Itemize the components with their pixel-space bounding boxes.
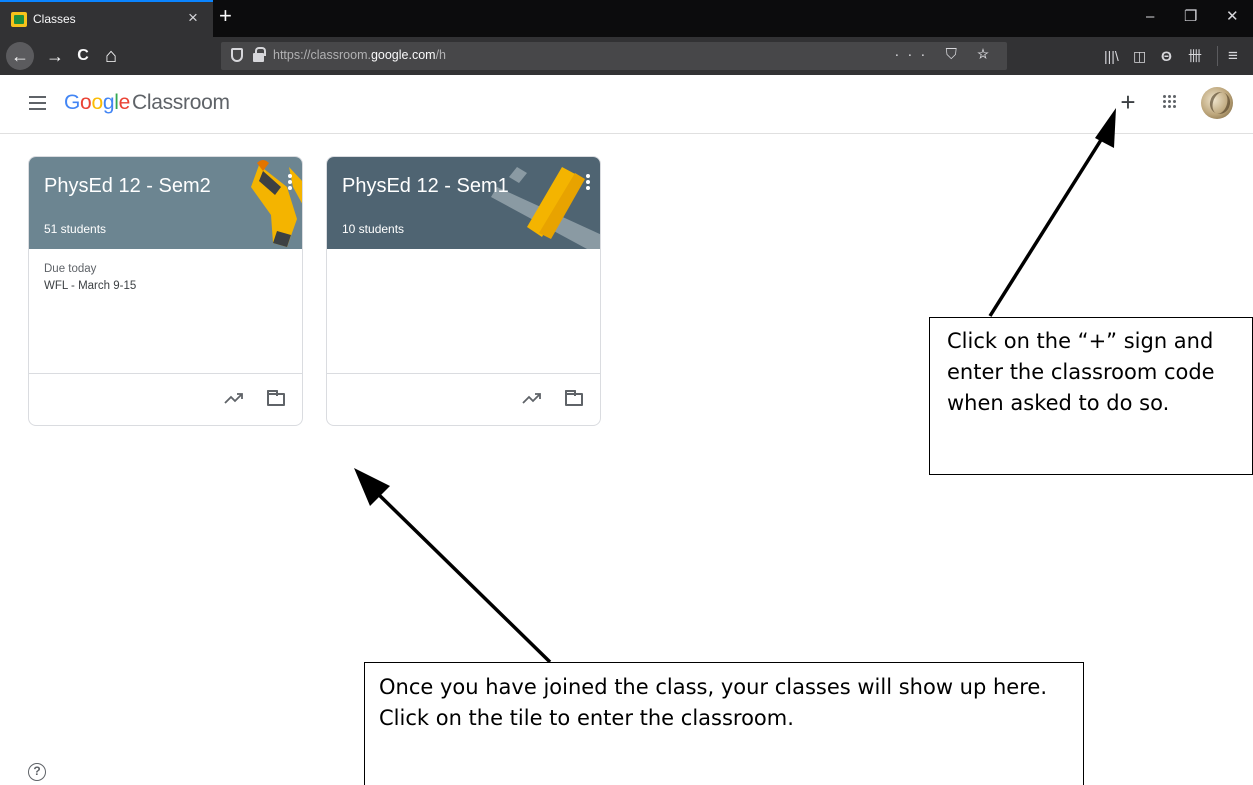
tracking-protection-icon[interactable]: [231, 48, 243, 62]
class-name[interactable]: PhysEd 12 - Sem2: [44, 175, 211, 198]
class-card-sem1[interactable]: PhysEd 12 - Sem1 10 students: [326, 156, 601, 426]
google-apps-icon[interactable]: [1163, 95, 1177, 109]
browser-tab-bar: Classes × + – ❐ ✕: [0, 0, 1253, 37]
class-name[interactable]: PhysEd 12 - Sem1: [342, 175, 509, 198]
class-card-footer: [327, 375, 600, 425]
minimize-button[interactable]: –: [1146, 8, 1154, 26]
plus-instruction-text: Click on the “+” sign and enter the clas…: [947, 329, 1215, 415]
callout-plus-instruction: Click on the “+” sign and enter the clas…: [929, 317, 1253, 475]
close-window-button[interactable]: ✕: [1226, 8, 1239, 26]
browser-nav-bar: ← → C ⌂ https://classroom.google.com/h ·…: [0, 37, 1253, 75]
class-card-sem2[interactable]: PhysEd 12 - Sem2 51 students Due today W…: [28, 156, 303, 426]
class-card-body: [327, 249, 600, 374]
callout-tile-instruction: Once you have joined the class, your cla…: [364, 662, 1084, 785]
more-options-icon[interactable]: [288, 174, 292, 190]
tab-close-icon[interactable]: ×: [188, 8, 198, 28]
lock-icon[interactable]: [253, 47, 266, 62]
page-actions-icons[interactable]: ··· ⛉ ☆: [894, 46, 997, 63]
tab-title: Classes: [33, 12, 76, 26]
classroom-header: GoogleClassroom +: [0, 75, 1253, 134]
trending-up-icon[interactable]: [522, 391, 542, 405]
url-bar[interactable]: https://classroom.google.com/h ··· ⛉ ☆: [221, 42, 1007, 70]
new-tab-button[interactable]: +: [219, 4, 232, 28]
browser-tab-classes[interactable]: Classes ×: [0, 0, 213, 37]
home-button[interactable]: ⌂: [97, 42, 125, 70]
restore-button[interactable]: ❐: [1184, 8, 1197, 26]
student-count: 51 students: [44, 222, 107, 236]
create-or-join-class-button[interactable]: +: [1116, 88, 1140, 116]
arrow-head-tiles-icon: [354, 468, 390, 506]
class-card-header[interactable]: PhysEd 12 - Sem2 51 students: [29, 157, 302, 249]
folder-icon[interactable]: [565, 390, 583, 406]
class-card-body: Due today WFL - March 9-15: [29, 249, 302, 374]
classroom-favicon-icon: [11, 12, 27, 27]
student-count: 10 students: [342, 222, 405, 236]
forward-button[interactable]: →: [41, 42, 69, 70]
main-menu-icon[interactable]: [29, 96, 46, 110]
class-card-header[interactable]: PhysEd 12 - Sem1 10 students: [327, 157, 600, 249]
account-avatar[interactable]: [1201, 87, 1233, 119]
library-icon[interactable]: |||\: [1104, 47, 1119, 65]
trending-up-icon[interactable]: [224, 391, 244, 405]
more-options-icon[interactable]: [586, 174, 590, 190]
account-icon[interactable]: Θ: [1161, 47, 1172, 65]
arrow-to-tiles: [372, 488, 552, 664]
running-shoes-illustration: [251, 160, 302, 247]
help-icon[interactable]: ?: [28, 763, 46, 781]
arrow-to-plus: [988, 131, 1108, 317]
browser-menu-icon[interactable]: ≡: [1228, 47, 1238, 65]
due-today-label: Due today: [44, 263, 97, 275]
class-card-footer: [29, 375, 302, 425]
google-classroom-logo[interactable]: GoogleClassroom: [64, 91, 230, 115]
url-text[interactable]: https://classroom.google.com/h: [273, 48, 446, 62]
dumbbell-illustration: [491, 167, 600, 249]
extension-icon[interactable]: 卌: [1188, 47, 1202, 65]
tile-instruction-text: Once you have joined the class, your cla…: [379, 675, 1047, 730]
toolbar-divider: [1217, 46, 1218, 66]
due-assignment-link[interactable]: WFL - March 9-15: [44, 280, 136, 292]
sidebar-icon[interactable]: ◫: [1133, 47, 1146, 65]
back-button[interactable]: ←: [6, 42, 34, 70]
reload-button[interactable]: C: [69, 42, 97, 70]
folder-icon[interactable]: [267, 390, 285, 406]
